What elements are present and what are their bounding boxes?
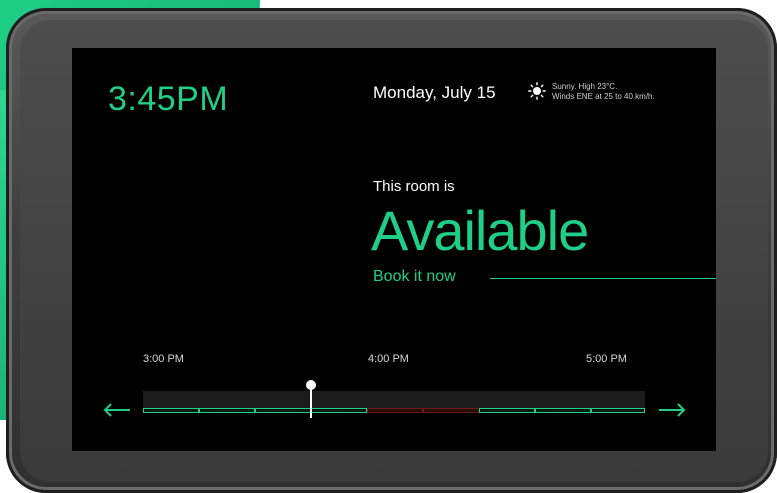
arrow-left-icon[interactable] xyxy=(102,400,132,420)
current-date: Monday, July 15 xyxy=(373,83,496,102)
weather-line-1: Sunny. High 23°C. xyxy=(552,82,618,91)
current-time: 3:45PM xyxy=(108,80,229,118)
book-link-underline xyxy=(490,278,716,279)
current-time-marker-handle[interactable] xyxy=(306,380,316,390)
room-status: Available xyxy=(371,199,589,262)
weather-forecast: Sunny. High 23°C. Winds ENE at 25 to 40 … xyxy=(552,82,702,102)
room-display-screen: 3:45PM Monday, July 15 Sunny. High 23°C.… xyxy=(72,48,716,451)
room-status-label: This room is xyxy=(373,178,455,195)
timeline-track[interactable] xyxy=(143,408,645,413)
timeline-label-5pm: 5:00 PM xyxy=(586,353,627,365)
timeline-slot[interactable] xyxy=(479,408,535,413)
timeline-label-4pm: 4:00 PM xyxy=(368,353,409,365)
timeline-slot[interactable] xyxy=(199,408,255,413)
book-it-now-link[interactable]: Book it now xyxy=(373,268,456,286)
timeline-slot[interactable] xyxy=(535,408,591,413)
weather-line-2: Winds ENE at 25 to 40 km/h. xyxy=(552,92,655,101)
timeline-slot-busy[interactable] xyxy=(423,408,479,413)
timeline-slot[interactable] xyxy=(255,408,311,413)
timeline-slot[interactable] xyxy=(311,408,367,413)
timeline-slot-busy[interactable] xyxy=(367,408,423,413)
timeline-label-3pm: 3:00 PM xyxy=(143,353,184,365)
timeline-slot[interactable] xyxy=(143,408,199,413)
sun-icon xyxy=(528,82,546,100)
arrow-right-icon[interactable] xyxy=(657,400,687,420)
timeline-slot[interactable] xyxy=(591,408,645,413)
